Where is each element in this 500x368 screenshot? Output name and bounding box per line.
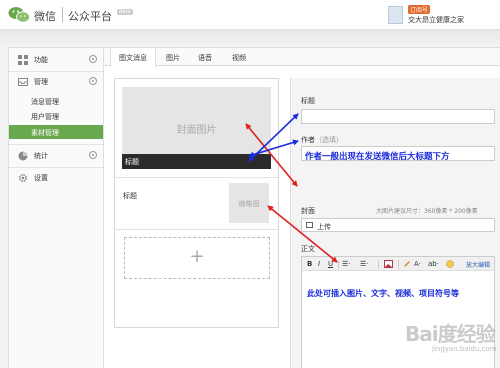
- wechat-logo-icon: [8, 7, 30, 23]
- gear-icon: [18, 173, 28, 183]
- toolbar-separator: [398, 260, 399, 269]
- brand-name: 微信: [34, 10, 56, 23]
- cover-label: 封面: [301, 207, 315, 215]
- image-icon[interactable]: [384, 260, 393, 268]
- expand-editor-link[interactable]: 放大编辑: [466, 260, 490, 269]
- sidebar-subitem-label: 素材管理: [31, 129, 59, 137]
- cover-image-placeholder[interactable]: 封面图片 标题: [122, 87, 271, 169]
- author-annotation: 作者一般出现在发送微信后大标题下方: [305, 152, 450, 162]
- inbox-icon: [18, 78, 28, 86]
- sidebar-subitem-users[interactable]: 用户管理: [9, 109, 103, 123]
- title-input[interactable]: [301, 109, 495, 124]
- sidebar-item-label: 设置: [34, 174, 48, 182]
- author-label: 作者（选填）: [301, 135, 343, 145]
- sidebar-subitem-label: 消息管理: [31, 98, 59, 106]
- preview-divider: [115, 229, 278, 230]
- upload-button[interactable]: 上传: [301, 218, 495, 232]
- title-label: 标题: [301, 97, 315, 105]
- sidebar-item-manage[interactable]: 管理: [9, 72, 103, 92]
- add-icon: +: [189, 246, 205, 267]
- editor-toolbar: B I U ☰· ☰· A· ab· 放大编辑: [302, 257, 494, 271]
- cover-size-hint: 大图片建议尺寸：360像素 * 200像素: [376, 208, 478, 215]
- baidu-watermark-url: jingyan.baidu.com: [432, 345, 497, 353]
- tab-images[interactable]: 图片: [156, 48, 190, 66]
- thumbnail-placeholder[interactable]: 缩略图: [229, 183, 269, 223]
- beta-badge: Beta: [117, 9, 133, 15]
- settings-gear-icon[interactable]: [89, 151, 97, 159]
- sidebar-item-label: 统计: [34, 152, 48, 160]
- material-tabs: 图文消息 图片 语音 视频: [104, 48, 500, 67]
- numbered-list-button[interactable]: ☰·: [360, 260, 369, 268]
- baidu-watermark: Bai度经验: [405, 322, 496, 346]
- sub-item-title[interactable]: 标题: [123, 191, 137, 201]
- sidebar-subitem-materials[interactable]: 素材管理: [9, 125, 103, 139]
- sidebar-divider: [9, 144, 103, 145]
- sidebar-subitem-messages[interactable]: 消息管理: [9, 94, 103, 108]
- bold-button[interactable]: B: [307, 260, 312, 268]
- top-bar: 微信 公众平台 Beta 订阅号 交大昂立健康之家: [0, 0, 500, 30]
- tab-voice[interactable]: 语音: [190, 48, 220, 66]
- bullet-list-button[interactable]: ☰·: [342, 260, 351, 268]
- pie-chart-icon: [18, 151, 28, 161]
- sidebar-item-label: 管理: [34, 78, 48, 86]
- preview-divider: [115, 177, 278, 178]
- grid-icon: [18, 55, 28, 65]
- upload-label: 上传: [317, 223, 331, 231]
- sidebar: 功能 管理 消息管理 用户管理 素材管理 统计 设置: [8, 47, 104, 368]
- news-preview: 封面图片 标题 标题 缩略图 +: [114, 78, 279, 328]
- brand-divider: [62, 7, 63, 22]
- font-color-button[interactable]: A·: [414, 260, 421, 268]
- author-label-text: 作者: [301, 136, 315, 144]
- account-avatar[interactable]: [388, 6, 403, 24]
- sidebar-item-functions[interactable]: 功能: [9, 50, 103, 70]
- toolbar-separator: [378, 260, 379, 269]
- pen-icon[interactable]: [403, 260, 411, 268]
- tab-video[interactable]: 视频: [222, 48, 256, 66]
- sidebar-item-settings[interactable]: 设置: [9, 168, 103, 188]
- cover-title-text: 标题: [125, 158, 139, 166]
- italic-button[interactable]: I: [318, 260, 320, 268]
- cover-title-bar: 标题: [122, 154, 271, 169]
- toolbar-separator: [338, 260, 339, 269]
- tab-news[interactable]: 图文消息: [110, 48, 156, 67]
- account-name-link[interactable]: 交大昂立健康之家: [408, 15, 464, 25]
- author-optional-hint: （选填）: [315, 136, 343, 144]
- settings-gear-icon[interactable]: [89, 55, 97, 63]
- cover-image-text: 封面图片: [176, 125, 217, 136]
- top-shadow: [0, 30, 500, 46]
- platform-name: 公众平台: [68, 10, 112, 23]
- sidebar-subitem-label: 用户管理: [31, 113, 59, 121]
- subscription-badge: 订阅号: [408, 5, 431, 14]
- underline-button[interactable]: U: [328, 260, 333, 268]
- emoji-icon[interactable]: [446, 260, 454, 268]
- background-color-button[interactable]: ab·: [428, 260, 439, 268]
- editor-annotation: 此处可插入图片、文字、视频、项目符号等: [307, 289, 459, 298]
- add-article-button[interactable]: +: [124, 237, 270, 279]
- thumbnail-text: 缩略图: [238, 200, 260, 208]
- upload-icon: [306, 222, 313, 228]
- sidebar-item-label: 功能: [34, 56, 48, 64]
- sidebar-item-stats[interactable]: 统计: [9, 146, 103, 166]
- body-label: 正文: [301, 245, 315, 253]
- settings-gear-icon[interactable]: [89, 77, 97, 85]
